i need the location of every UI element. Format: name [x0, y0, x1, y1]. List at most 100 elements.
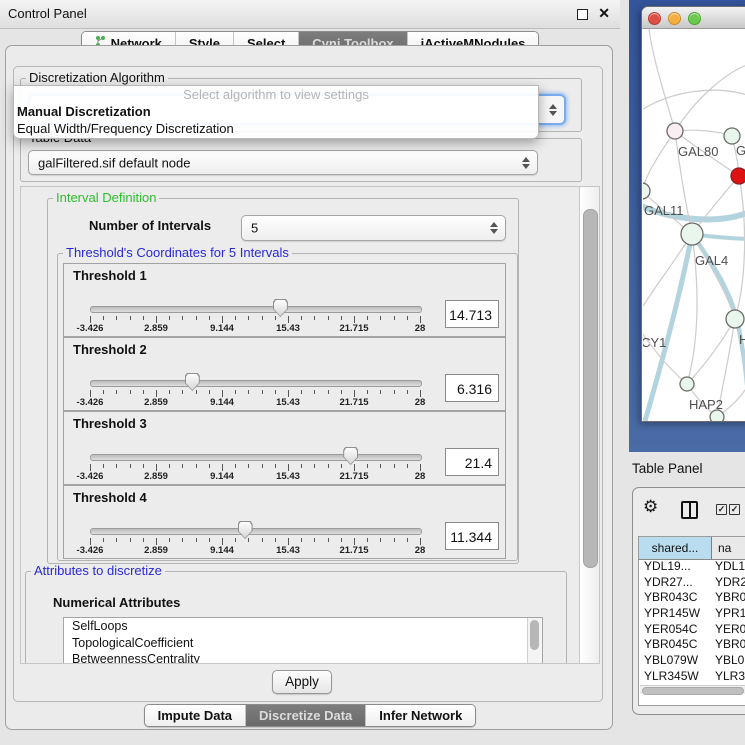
algorithm-option-manual[interactable]: Manual Discretization [14, 103, 538, 120]
node-label: GA [736, 143, 745, 158]
panel-title: Control Panel [8, 6, 87, 21]
threshold-value-field[interactable]: 11.344 [445, 522, 499, 550]
slider-tick-label: -3.426 [68, 545, 112, 556]
slider-tick [116, 390, 117, 394]
settings-scrollbar[interactable] [579, 187, 600, 663]
slider-tick [288, 464, 289, 471]
slider-tick [394, 316, 395, 320]
table-row[interactable]: YPR145WYPR1 [639, 606, 745, 622]
slider-thumb[interactable] [273, 299, 288, 317]
table-hscrollbar-thumb[interactable] [642, 687, 744, 695]
table-row[interactable]: YDR27...YDR2 [639, 575, 745, 591]
settings-scrollbar-thumb[interactable] [583, 209, 598, 568]
table-row[interactable]: YER054CYER0 [639, 622, 745, 638]
attribute-item[interactable]: BetweennessCentrality [64, 651, 542, 663]
tab-label: Impute Data [158, 708, 232, 723]
slider-tick [196, 538, 197, 542]
cell-name[interactable]: YER0 [711, 622, 745, 638]
algorithm-placeholder[interactable]: Select algorithm to view settings [14, 86, 538, 103]
checkbox-icon[interactable]: ✓ [716, 504, 727, 515]
slider-tick [275, 316, 276, 320]
slider-tick [314, 464, 315, 468]
column-header-shared-name[interactable]: shared... [639, 537, 712, 559]
threshold-value-field[interactable]: 21.4 [445, 448, 499, 476]
slider-tick [209, 316, 210, 320]
cell-name[interactable]: YPR1 [711, 606, 745, 622]
list-scrollbar-thumb[interactable] [530, 620, 539, 650]
node-label: GAL80 [678, 144, 718, 159]
apply-button[interactable]: Apply [272, 670, 332, 694]
table-row[interactable]: YBR045CYBR0 [639, 637, 745, 653]
cell-shared-name[interactable]: YBL079W [639, 653, 711, 669]
network-window: GAL80GAGAL11GAL4GCY1HHAP2 [641, 6, 745, 422]
cell-shared-name[interactable]: YBR045C [639, 637, 711, 653]
cell-shared-name[interactable]: YDR27... [639, 575, 711, 591]
threshold-value-field[interactable]: 6.316 [445, 374, 499, 402]
cell-name[interactable]: YDR2 [711, 575, 745, 591]
attribute-item[interactable]: SelfLoops [64, 618, 542, 635]
slider-tick [209, 464, 210, 468]
cell-shared-name[interactable]: YLR345W [639, 669, 711, 685]
slider-thumb[interactable] [238, 521, 253, 539]
slider-tick [90, 316, 91, 323]
table-row[interactable]: YBL079WYBL0 [639, 653, 745, 669]
column-layout-icon[interactable] [681, 501, 698, 519]
minimize-traffic-light-icon[interactable] [668, 12, 681, 25]
cell-name[interactable]: YDL1 [711, 559, 745, 575]
network-node[interactable] [643, 183, 650, 199]
network-node[interactable] [731, 168, 745, 184]
numerical-attributes-list[interactable]: SelfLoopsTopologicalCoefficientBetweenne… [63, 617, 543, 663]
float-window-icon[interactable] [577, 9, 588, 20]
slider-tick [169, 538, 170, 542]
gear-icon[interactable]: ⚙ [643, 498, 658, 515]
table-row[interactable]: YDL19...YDL1 [639, 559, 745, 575]
slider-tick-label: 28 [398, 545, 442, 556]
slider-tick-label: 15.43 [266, 323, 310, 334]
cell-name[interactable]: YBR0 [711, 590, 745, 606]
node-label: GAL11 [644, 203, 684, 218]
table-row[interactable]: YLR345WYLR3 [639, 669, 745, 685]
cell-shared-name[interactable]: YDL19... [639, 559, 711, 575]
cell-shared-name[interactable]: YBR043C [639, 590, 711, 606]
list-scrollbar[interactable] [527, 618, 542, 663]
algorithm-option-equal-width[interactable]: Equal Width/Frequency Discretization [14, 120, 538, 137]
table-horizontal-scrollbar[interactable] [640, 685, 745, 694]
threshold-label: Threshold 2 [73, 342, 147, 357]
tab-discretize-data[interactable]: Discretize Data [245, 705, 365, 726]
network-node[interactable] [681, 223, 703, 245]
column-header-name[interactable]: na [712, 537, 745, 559]
node-label: H [739, 332, 745, 347]
slider-tick-label: 21.715 [332, 545, 376, 556]
slider-track[interactable] [90, 380, 422, 387]
cell-name[interactable]: YBL0 [711, 653, 745, 669]
num-intervals-label: Number of Intervals [89, 218, 211, 233]
cell-shared-name[interactable]: YPR145W [639, 606, 711, 622]
network-node[interactable] [724, 128, 740, 144]
table-data-combo[interactable]: galFiltered.sif default node [28, 150, 538, 175]
network-canvas[interactable]: GAL80GAGAL11GAL4GCY1HHAP2 [643, 29, 745, 421]
tab-infer-network[interactable]: Infer Network [365, 705, 475, 726]
threshold-value-field[interactable]: 14.713 [445, 300, 499, 328]
cell-name[interactable]: YBR0 [711, 637, 745, 653]
slider-tick [314, 538, 315, 542]
checkbox-icon[interactable]: ✓ [729, 504, 740, 515]
tab-impute-data[interactable]: Impute Data [145, 705, 245, 726]
slider-tick [328, 316, 329, 320]
table-row[interactable]: YBR043CYBR0 [639, 590, 745, 606]
num-intervals-combo[interactable]: 5 [241, 215, 506, 241]
network-node[interactable] [667, 123, 683, 139]
slider-track[interactable] [90, 528, 422, 535]
network-node[interactable] [726, 310, 744, 328]
close-icon[interactable]: ✕ [598, 5, 610, 22]
network-node[interactable] [680, 377, 694, 391]
slider-thumb[interactable] [343, 447, 358, 465]
cell-shared-name[interactable]: YER054C [639, 622, 711, 638]
attribute-item[interactable]: TopologicalCoefficient [64, 635, 542, 652]
zoom-traffic-light-icon[interactable] [688, 12, 701, 25]
slider-track[interactable] [90, 454, 422, 461]
slider-track[interactable] [90, 306, 422, 313]
cell-name[interactable]: YLR3 [711, 669, 745, 685]
slider-tick-label: 2.859 [134, 397, 178, 408]
close-traffic-light-icon[interactable] [648, 12, 661, 25]
slider-thumb[interactable] [185, 373, 200, 391]
